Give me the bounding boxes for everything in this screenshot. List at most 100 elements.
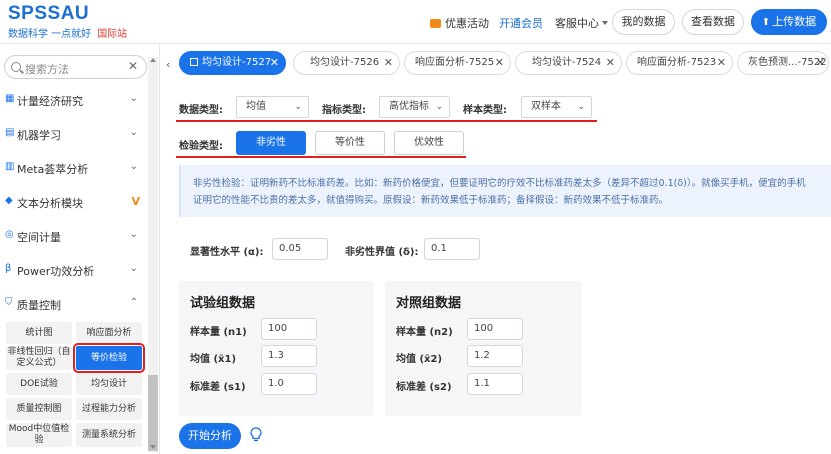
- tab-uniform-design-7526[interactable]: 均匀设计-7526 ✕: [293, 51, 400, 75]
- n1-input[interactable]: 100: [261, 318, 317, 340]
- logo[interactable]: SPSSAU 数据科学 一点就好 国际站: [8, 3, 127, 41]
- sample-type-label: 样本类型:: [463, 105, 507, 116]
- n1-label: 样本量 (n1): [190, 327, 247, 338]
- bar-chart-icon: ▥: [5, 161, 15, 172]
- tab-grey-forecast-7522[interactable]: 灰色预测...-7522 ✕: [737, 51, 829, 75]
- edit-icon: [190, 58, 198, 66]
- scroll-up-icon[interactable]: [150, 58, 156, 62]
- tab-label: 响应面分析-7525: [415, 57, 495, 68]
- sidebar-item-label: Power功效分析: [17, 265, 95, 278]
- sample-type-select[interactable]: 双样本 ⌄: [521, 96, 592, 118]
- lightbulb-icon[interactable]: [250, 427, 262, 443]
- start-analysis-button[interactable]: 开始分析: [179, 423, 241, 449]
- scrollbar-thumb[interactable]: [148, 375, 158, 451]
- sub-item-chart[interactable]: 统计图: [6, 322, 72, 344]
- chevron-up-icon: ⌃: [129, 297, 138, 308]
- sub-item-msa[interactable]: 测量系统分析: [76, 423, 142, 447]
- n2-input[interactable]: 100: [467, 318, 523, 340]
- view-data-button[interactable]: 查看数据: [682, 9, 744, 35]
- n2-label: 样本量 (n2): [396, 327, 453, 338]
- my-data-button[interactable]: 我的数据: [612, 9, 675, 35]
- test-type-superiority[interactable]: 优效性: [394, 131, 464, 155]
- sidebar-item-spatial[interactable]: ◎ 空间计量 ⌄: [0, 223, 148, 249]
- delta-input[interactable]: 0.1: [424, 238, 480, 260]
- indicator-type-label: 指标类型:: [322, 105, 366, 116]
- sidebar-item-meta[interactable]: ▥ Meta荟萃分析 ⌄: [0, 155, 148, 181]
- info-text: 非劣性检验：证明新药不比标准药差。比如：新药价格便宜，但要证明它的疗效不比标准药…: [193, 175, 831, 211]
- sidebar-item-machine-learning[interactable]: ▤ 机器学习 ⌄: [0, 121, 148, 147]
- sidebar-item-text-analysis[interactable]: ◆ 文本分析模块 V: [0, 189, 148, 215]
- test-type-equivalence[interactable]: 等价性: [315, 131, 385, 155]
- intl-site-link[interactable]: 国际站: [97, 29, 127, 40]
- test-type-label: 检验类型:: [179, 141, 223, 152]
- alpha-label: 显著性水平 (α):: [190, 247, 264, 258]
- indicator-type-select[interactable]: 高优指标 ⌄: [379, 96, 450, 118]
- sub-item-mood-median[interactable]: Mood中位值检验: [6, 423, 72, 447]
- tab-label: 响应面分析-7523: [637, 57, 717, 68]
- vip-link[interactable]: 开通会员: [499, 15, 543, 31]
- power-icon: β: [5, 263, 12, 274]
- sidebar-item-quality-control[interactable]: ⛉ 质量控制 ⌃: [0, 291, 148, 317]
- sub-item-response-surface[interactable]: 响应面分析: [76, 322, 142, 344]
- data-type-select[interactable]: 均值 ⌄: [236, 96, 309, 118]
- clear-icon[interactable]: ✕: [128, 59, 138, 73]
- close-icon[interactable]: ✕: [384, 52, 393, 74]
- close-icon[interactable]: ✕: [816, 52, 825, 74]
- sub-item-uniform-design[interactable]: 均匀设计: [76, 373, 142, 395]
- tabs-prev-icon[interactable]: ‹: [166, 58, 170, 71]
- sub-item-doe[interactable]: DOE试验: [6, 373, 72, 395]
- sidebar-item-label: 文本分析模块: [17, 197, 83, 210]
- chevron-down-icon: ⌄: [129, 127, 138, 138]
- search-icon: [11, 62, 21, 72]
- sidebar-item-econometrics[interactable]: ▦ 计量经济研究 ⌄: [0, 87, 148, 113]
- tab-label: 均匀设计-7524: [532, 57, 602, 68]
- close-icon[interactable]: ✕: [270, 52, 279, 74]
- test-type-noninferiority[interactable]: 非劣性: [236, 131, 306, 155]
- sub-item-control-chart[interactable]: 质量控制图: [6, 398, 72, 420]
- alpha-input[interactable]: 0.05: [272, 238, 328, 260]
- close-icon[interactable]: ✕: [717, 52, 726, 74]
- sidebar-item-label: Meta荟萃分析: [17, 163, 89, 176]
- shield-icon: ⛉: [5, 297, 13, 308]
- mean1-input[interactable]: 1.3: [261, 345, 317, 367]
- upload-data-button[interactable]: ⬆ 上传数据: [751, 9, 827, 35]
- info-line: 证明它的性能不比贵的差太多，就值得购买。原假设：新药效果低于标准药；备择假设：新…: [193, 195, 669, 206]
- close-icon[interactable]: ✕: [495, 52, 504, 74]
- info-line: 非劣性检验：证明新药不比标准药差。比如：新药价格便宜，但要证明它的疗效不比标准药…: [193, 178, 806, 189]
- upload-icon: ⬆: [761, 17, 771, 28]
- delta-label: 非劣性界值 (δ):: [345, 247, 419, 258]
- tab-uniform-design-7524[interactable]: 均匀设计-7524 ✕: [515, 51, 622, 75]
- customer-service-menu[interactable]: 客服中心: [555, 15, 608, 31]
- logo-slogan: 数据科学 一点就好: [8, 29, 92, 40]
- sample-type-value: 双样本: [531, 101, 561, 112]
- globe-icon: ◎: [5, 229, 14, 240]
- grid-icon: ▦: [5, 93, 15, 104]
- sidebar-item-label: 质量控制: [17, 299, 61, 312]
- sd1-input[interactable]: 1.0: [261, 373, 317, 395]
- sub-item-nonlinear-regression[interactable]: 非线性回归（自定义公式）: [6, 346, 72, 370]
- sub-item-equivalence-test[interactable]: 等价检验: [73, 343, 145, 373]
- tab-response-surface-7525[interactable]: 响应面分析-7525 ✕: [404, 51, 511, 75]
- highlight-underline: [176, 156, 466, 158]
- customer-service-label: 客服中心: [555, 17, 599, 30]
- indicator-type-value: 高优指标: [389, 101, 429, 112]
- sub-item-process-capability[interactable]: 过程能力分析: [76, 398, 142, 420]
- chevron-down-icon: ⌄: [129, 93, 138, 104]
- close-icon[interactable]: ✕: [606, 52, 615, 74]
- search-input[interactable]: 搜索方法 ✕: [4, 55, 147, 79]
- chevron-down-icon: ⌄: [129, 229, 138, 240]
- mean2-input[interactable]: 1.2: [467, 345, 523, 367]
- sd2-input[interactable]: 1.1: [467, 373, 523, 395]
- sidebar: 搜索方法 ✕ ▦ 计量经济研究 ⌄ ▤ 机器学习 ⌄ ▥ Meta荟萃分析 ⌄ …: [0, 45, 160, 454]
- scroll-down-icon[interactable]: [150, 445, 156, 449]
- data-type-label: 数据类型:: [179, 105, 223, 116]
- promo-link[interactable]: 优惠活动: [430, 15, 489, 31]
- text-icon: ◆: [5, 195, 13, 206]
- sd1-label: 标准差 (s1): [190, 382, 246, 393]
- chevron-down-icon: ⌄: [294, 102, 302, 112]
- logo-text: SPSSAU: [8, 3, 90, 24]
- test-group-title: 试验组数据: [190, 296, 256, 311]
- sidebar-item-power[interactable]: β Power功效分析 ⌄: [0, 257, 148, 283]
- tab-response-surface-7523[interactable]: 响应面分析-7523 ✕: [626, 51, 733, 75]
- tab-uniform-design-7527[interactable]: 均匀设计-7527 ✕: [179, 51, 286, 75]
